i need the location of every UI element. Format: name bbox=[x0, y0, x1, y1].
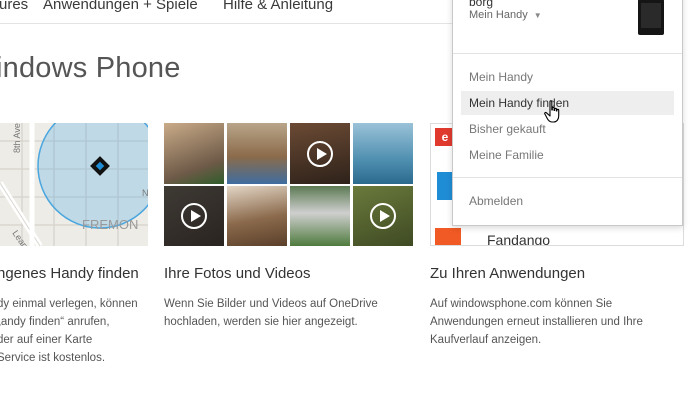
sign-out-link[interactable]: Abmelden bbox=[461, 189, 674, 213]
account-dropdown: borg Mein Handy ▼ Mein Handy Mein Handy … bbox=[452, 0, 683, 226]
photo-thumbnail[interactable] bbox=[353, 123, 413, 184]
fandango-app-icon bbox=[435, 228, 461, 245]
photos-videos-tile[interactable] bbox=[164, 123, 413, 246]
menu-item-my-phone[interactable]: Mein Handy bbox=[461, 65, 674, 89]
map-street-label: N bbox=[142, 188, 148, 198]
video-thumbnail[interactable] bbox=[290, 123, 350, 184]
menu-item-purchase-history[interactable]: Bisher gekauft bbox=[461, 117, 674, 141]
map-image: 8th Ave N Leary Way NW FREMON N bbox=[0, 123, 148, 246]
photos-videos-title[interactable]: Ihre Fotos und Videos bbox=[164, 265, 310, 282]
top-navigation: ures Anwendungen + Spiele Hilfe & Anleit… bbox=[0, 0, 460, 24]
page-title: indows Phone bbox=[0, 52, 181, 84]
app-name: Fandango bbox=[487, 232, 551, 246]
map-district-label: FREMON bbox=[82, 217, 138, 232]
chevron-down-icon: ▼ bbox=[533, 11, 542, 20]
map-street-label: 8th Ave N bbox=[12, 123, 22, 153]
play-icon bbox=[370, 203, 396, 229]
hand-cursor-icon bbox=[544, 100, 560, 123]
photo-thumbnail[interactable] bbox=[164, 123, 224, 184]
device-selector[interactable]: Mein Handy ▼ bbox=[469, 9, 542, 21]
apps-title[interactable]: Zu Ihren Anwendungen bbox=[430, 265, 585, 282]
play-icon bbox=[307, 140, 333, 167]
photo-thumbnail[interactable] bbox=[227, 186, 287, 246]
nav-item-apps-games[interactable]: Anwendungen + Spiele bbox=[43, 0, 198, 13]
nav-item-help[interactable]: Hilfe & Anleitung bbox=[223, 0, 333, 13]
nav-item-features[interactable]: ures bbox=[0, 0, 28, 13]
account-name: borg bbox=[469, 0, 494, 9]
play-icon bbox=[181, 203, 207, 229]
photos-videos-description: Wenn Sie Bilder und Videos auf OneDrive … bbox=[164, 298, 378, 328]
find-phone-description: dy einmal verlegen, können „andy finden“… bbox=[0, 298, 138, 364]
apps-description: Auf windowsphone.com können Sie Anwendun… bbox=[430, 298, 643, 346]
menu-item-find-my-phone[interactable]: Mein Handy finden bbox=[461, 91, 674, 115]
video-thumbnail[interactable] bbox=[353, 186, 413, 246]
device-name: Mein Handy bbox=[469, 9, 528, 21]
menu-divider bbox=[453, 177, 682, 178]
video-thumbnail[interactable] bbox=[164, 186, 224, 246]
find-phone-title[interactable]: ngenes Handy finden bbox=[0, 265, 139, 282]
menu-item-my-family[interactable]: Meine Familie bbox=[461, 143, 674, 167]
photo-thumbnail[interactable] bbox=[290, 186, 350, 246]
phone-thumbnail-icon bbox=[638, 0, 664, 35]
find-phone-map-tile[interactable]: 8th Ave N Leary Way NW FREMON N bbox=[0, 123, 148, 246]
photo-thumbnail[interactable] bbox=[227, 123, 287, 184]
menu-divider bbox=[453, 53, 682, 54]
